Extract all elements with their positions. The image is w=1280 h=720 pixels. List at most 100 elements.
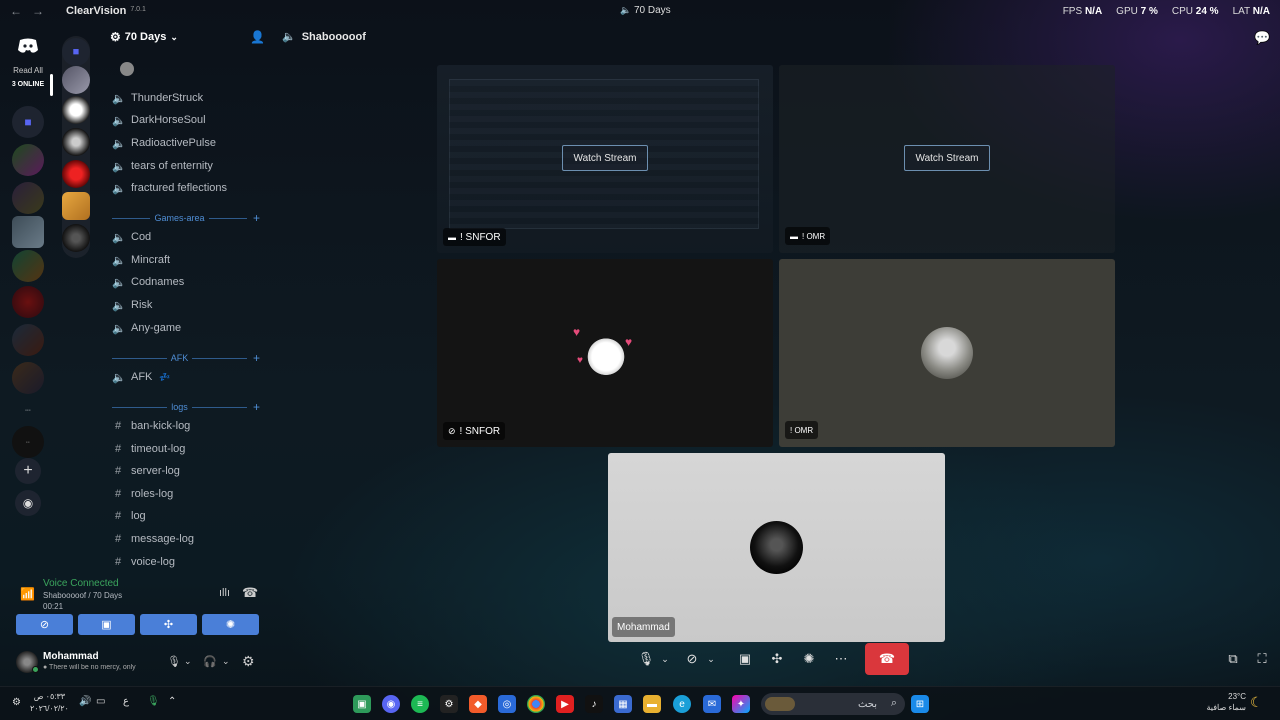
voice-channel[interactable]: 🔈 Any-game [112, 319, 181, 337]
voice-location[interactable]: Shabooooof / 70 Days [43, 591, 122, 600]
language-indicator[interactable]: ع [123, 696, 129, 707]
text-channel[interactable]: # roles-log [112, 485, 173, 503]
watch-stream-button[interactable]: Watch Stream [904, 145, 990, 171]
server-header[interactable]: ⚙ 70 Days ⌄ [110, 30, 178, 44]
server-icon[interactable] [12, 182, 44, 214]
taskbar-search[interactable]: بحث ⌕ [761, 693, 905, 715]
voice-channel[interactable]: 🔈 ThunderStruck [112, 89, 203, 107]
end-call-button[interactable]: ☎ [865, 643, 909, 675]
forward-arrow-icon[interactable]: → [32, 4, 44, 18]
screen-share-icon[interactable]: ▣ [735, 646, 755, 672]
text-channel[interactable]: # ban-kick-log [112, 417, 190, 435]
category-afk[interactable]: AFK + [112, 351, 260, 365]
server-icon[interactable] [12, 216, 44, 248]
voice-channel-afk[interactable]: 🔈 AFK 💤 [112, 368, 171, 386]
brave-icon[interactable]: ◆ [469, 695, 487, 713]
voice-channel[interactable]: 🔈 tears of enternity [112, 157, 213, 175]
add-server-icon[interactable]: + [15, 458, 41, 484]
signal-icon[interactable]: 📶 [20, 587, 35, 601]
edge-icon[interactable]: e [673, 695, 691, 713]
notification-icon[interactable]: ⚙ [12, 697, 21, 708]
voice-channel[interactable]: 🔈 Codnames [112, 273, 184, 291]
server-icon[interactable] [12, 144, 44, 176]
tiktok-icon[interactable]: ♪ [585, 695, 603, 713]
discord-home-icon[interactable] [12, 30, 44, 62]
voice-channel[interactable]: 🔈 Cod [112, 228, 151, 246]
voice-channel[interactable]: 🔈 RadioactivePulse [112, 134, 216, 152]
camera-button[interactable]: ⊘ [16, 614, 73, 635]
app-icon[interactable]: ◎ [498, 695, 516, 713]
explore-icon[interactable]: ◉ [15, 490, 41, 516]
server-icon[interactable] [62, 160, 90, 188]
server-icon[interactable] [12, 250, 44, 282]
more-options-icon[interactable]: ⋯ [831, 646, 851, 672]
disconnect-icon[interactable]: ☎ [242, 585, 258, 601]
network-icon[interactable]: ▭ [96, 696, 105, 707]
participant-tile[interactable]: ! OMR [779, 259, 1115, 447]
server-icon[interactable]: ∙∙∙ [12, 394, 44, 426]
headphones-icon[interactable]: 🎧 [203, 655, 217, 668]
popout-icon[interactable]: ⧉ [1223, 646, 1243, 672]
server-icon[interactable]: ∙∙ [12, 426, 44, 458]
voice-channel[interactable]: 🔈 Mincraft [112, 251, 170, 269]
chat-icon[interactable]: 💬 [1254, 30, 1270, 46]
microphone-in-use-icon[interactable]: 🎙 [147, 696, 160, 707]
gear-icon[interactable]: ⚙ [242, 653, 255, 670]
chevron-down-icon[interactable]: ⌄ [184, 656, 192, 667]
username[interactable]: Mohammad [43, 651, 99, 662]
noise-suppression-icon[interactable]: ıllı [219, 587, 230, 599]
server-icon[interactable] [12, 286, 44, 318]
folder-open-icon[interactable]: ■ [62, 38, 90, 66]
volume-icon[interactable]: 🔊 [79, 696, 91, 707]
category-logs[interactable]: logs + [112, 400, 260, 414]
server-icon[interactable] [12, 362, 44, 394]
participant-tile[interactable]: ♥ ♥ ♥ ⊘! SNFOR [437, 259, 773, 447]
steam-icon[interactable]: ⚙ [440, 695, 458, 713]
text-channel[interactable]: # log [112, 507, 146, 525]
microphone-icon[interactable]: 🎙 [637, 646, 655, 672]
camera-off-icon[interactable]: ⊘ [682, 646, 702, 672]
text-channel[interactable]: # message-log [112, 530, 194, 548]
chevron-down-icon[interactable]: ⌄ [705, 646, 717, 672]
spotify-icon[interactable]: ≡ [411, 695, 429, 713]
clock[interactable]: ٠٥:٣٣ ص ٢٠٢٦/٠٢/٢٠ [30, 691, 69, 715]
chevron-down-icon[interactable]: ⌄ [659, 646, 671, 672]
server-icon[interactable] [62, 128, 90, 156]
app-icon[interactable]: ▣ [353, 695, 371, 713]
add-channel-icon[interactable]: + [253, 400, 260, 414]
back-arrow-icon[interactable]: ← [10, 4, 22, 18]
stream-tile[interactable]: Watch Stream ▬! OMR [779, 65, 1115, 253]
screen-share-button[interactable]: ▣ [78, 614, 135, 635]
user-avatar[interactable] [120, 62, 134, 76]
store-icon[interactable]: ▦ [614, 695, 632, 713]
activities-icon[interactable]: ✣ [767, 646, 787, 672]
voice-channel[interactable]: 🔈 DarkHorseSoul [112, 111, 206, 129]
chevron-up-icon[interactable]: ⌃ [168, 696, 176, 707]
stream-tile[interactable]: Watch Stream ▬! SNFOR [437, 65, 773, 253]
voice-channel[interactable]: 🔈 fractured feflections [112, 179, 227, 197]
category-games[interactable]: Games-area + [112, 211, 260, 225]
soundboard-icon[interactable]: ✺ [799, 646, 819, 672]
add-member-icon[interactable]: 👤 [250, 30, 265, 44]
add-channel-icon[interactable]: + [253, 351, 260, 365]
text-channel[interactable]: # timeout-log [112, 440, 185, 458]
watch-stream-button[interactable]: Watch Stream [562, 145, 648, 171]
voice-channel[interactable]: 🔈 Risk [112, 296, 152, 314]
self-participant-tile[interactable]: Mohammad [608, 453, 945, 642]
file-explorer-icon[interactable]: ▬ [643, 695, 661, 713]
activities-button[interactable]: ✣ [140, 614, 197, 635]
text-channel[interactable]: # server-log [112, 462, 180, 480]
youtube-icon[interactable]: ▶ [556, 695, 574, 713]
outlook-icon[interactable]: ✉ [703, 695, 721, 713]
microphone-icon[interactable]: 🎙 [167, 655, 181, 668]
server-icon[interactable] [62, 66, 90, 94]
server-icon[interactable] [12, 324, 44, 356]
weather-widget[interactable]: 23°C سماء صافية [1200, 691, 1246, 713]
folder-icon[interactable]: ■ [12, 106, 44, 138]
copilot-icon[interactable]: ✦ [732, 695, 750, 713]
text-channel[interactable]: # voice-log [112, 553, 175, 571]
soundboard-button[interactable]: ✺ [202, 614, 259, 635]
chevron-down-icon[interactable]: ⌄ [222, 656, 230, 667]
server-icon[interactable] [62, 224, 90, 252]
windows-start-icon[interactable]: ⊞ [911, 695, 929, 713]
